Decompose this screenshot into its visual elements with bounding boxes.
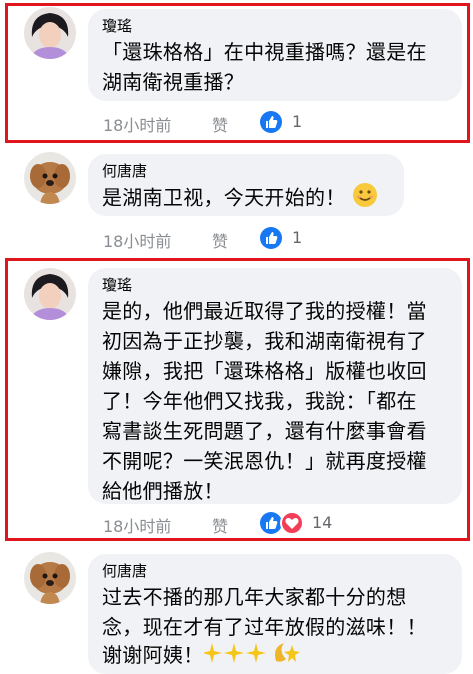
like-button[interactable]: 赞 <box>212 228 228 252</box>
comment-author[interactable]: 瓊瑤 <box>102 276 132 294</box>
comment-text-line: 谢谢阿姨！ <box>102 640 300 673</box>
like-button[interactable]: 赞 <box>212 513 228 537</box>
thumbs-up-icon <box>260 227 282 249</box>
comment-bubble: 何唐唐 是湖南卫视，今天开始的！ <box>88 154 404 216</box>
comment-timestamp[interactable]: 18小时前 <box>103 112 171 136</box>
comment-timestamp[interactable]: 18小时前 <box>103 228 171 252</box>
comment-text-line: 了！今年他們又找我，我說：「都在 <box>102 389 417 413</box>
smile-emoji-icon <box>352 182 378 216</box>
like-button[interactable]: 赞 <box>212 112 228 136</box>
comment-timestamp[interactable]: 18小时前 <box>103 513 171 537</box>
avatar[interactable] <box>24 268 76 320</box>
comment-author[interactable]: 何唐唐 <box>102 562 147 580</box>
reaction-count[interactable]: 1 <box>292 112 302 131</box>
comment-text-line: 湖南衛視重播？ <box>102 70 245 94</box>
comment-text-line: 过去不播的那几年大家都十分的想 <box>102 585 407 609</box>
comment-author[interactable]: 瓊瑤 <box>102 17 132 35</box>
reaction-count[interactable]: 1 <box>292 228 302 247</box>
comment-bubble: 瓊瑤 「還珠格格」在中視重播嗎？還是在 湖南衛視重播？ <box>88 9 462 101</box>
comment-text-line: 念，现在才有了过年放假的滋味！！ <box>102 615 427 639</box>
comment-text-line: 寫書談生死問題了，還有什麼事會看 <box>102 419 427 443</box>
comment-text-line: 不開呢？一笑泯恩仇！」就再度授權 <box>102 449 427 473</box>
avatar[interactable] <box>24 552 76 604</box>
sparkles-emoji-icon <box>201 641 300 673</box>
comment-text-line: 給他們播放！ <box>102 479 224 503</box>
reaction-count[interactable]: 14 <box>312 513 332 532</box>
comment-text-line: 「還珠格格」在中視重播嗎？還是在 <box>102 40 427 64</box>
thumbs-up-icon <box>260 512 282 534</box>
avatar[interactable] <box>24 152 76 204</box>
comment-text-line: 是的，他們最近取得了我的授權！當 <box>102 299 427 323</box>
avatar[interactable] <box>24 7 76 59</box>
comment-bubble: 瓊瑤 是的，他們最近取得了我的授權！當 初因為于正抄襲，我和湖南衛視有了 嫌隙，… <box>88 268 462 504</box>
comment-text-line: 初因為于正抄襲，我和湖南衛視有了 <box>102 329 427 353</box>
comment-bubble: 何唐唐 过去不播的那几年大家都十分的想 念，现在才有了过年放假的滋味！！ 谢谢阿… <box>88 554 462 674</box>
heart-icon <box>280 511 304 535</box>
comment-author[interactable]: 何唐唐 <box>102 162 147 180</box>
thumbs-up-icon <box>260 111 282 133</box>
comment-text-line: 嫌隙，我把「還珠格格」版權也收回 <box>102 359 427 383</box>
comment-text-line: 是湖南卫视，今天开始的！ <box>102 182 378 216</box>
